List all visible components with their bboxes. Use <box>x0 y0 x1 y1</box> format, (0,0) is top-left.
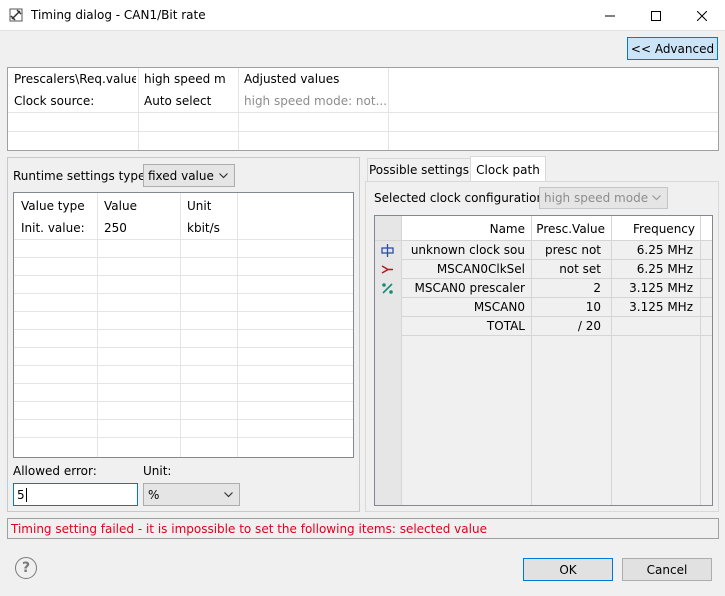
table-row-name: MSCAN0ClkSel <box>436 262 525 276</box>
clock-source-icon <box>381 244 394 257</box>
table-row-frequency: 3.125 MHz <box>629 300 693 314</box>
table-row-unit: kbit/s <box>187 221 220 235</box>
column-header-unit: Unit <box>187 199 212 213</box>
clock-config-value: high speed mode <box>544 191 649 205</box>
table-row-name: unknown clock sou <box>410 243 525 257</box>
column-header-value: Value <box>104 199 137 213</box>
column-header-name: Name <box>489 222 525 236</box>
table-row-name: MSCAN0 prescaler <box>414 281 525 295</box>
column-header-value-type: Value type <box>21 199 85 213</box>
unit-label: Unit: <box>143 464 172 478</box>
close-button[interactable] <box>679 0 725 31</box>
table-row-value[interactable]: 250 <box>104 221 127 235</box>
clock-source-value[interactable]: Auto select <box>144 94 236 108</box>
column-header-frequency: Frequency <box>633 222 695 236</box>
clock-source-adjusted: high speed mode: not... <box>244 94 386 108</box>
allowed-error-input[interactable]: 5 <box>13 483 138 506</box>
runtime-settings-label: Runtime settings type: <box>13 169 150 183</box>
table-row-frequency: 3.125 MHz <box>629 281 693 295</box>
table-row-frequency: 6.25 MHz <box>636 262 693 276</box>
table-row-name: MSCAN0 <box>473 300 525 314</box>
allowed-error-value: 5 <box>17 487 25 502</box>
runtime-values-table[interactable]: Value type Value Unit Init. value: 250 k… <box>13 192 354 458</box>
runtime-settings-panel: Runtime settings type: fixed value Value… <box>7 157 360 512</box>
clock-config-select[interactable]: high speed mode <box>539 187 668 209</box>
column-header-presc-value: Presc.Value <box>536 222 605 236</box>
prescalers-table[interactable]: Prescalers\Req.value high speed m Adjust… <box>7 67 719 151</box>
unit-select[interactable]: % <box>143 483 240 506</box>
table-row-presc: 2 <box>593 281 601 295</box>
allowed-error-label: Allowed error: <box>13 464 97 478</box>
tab-possible-settings[interactable]: Possible settings <box>367 158 471 181</box>
close-icon <box>697 10 707 21</box>
runtime-settings-select[interactable]: fixed value <box>143 164 235 187</box>
table-row-type: Init. value: <box>21 221 85 235</box>
maximize-icon <box>651 10 661 21</box>
help-icon[interactable]: ? <box>15 557 37 579</box>
chevron-down-icon <box>219 172 228 178</box>
unit-select-value: % <box>148 487 160 502</box>
table-row-name: TOTAL <box>486 319 525 333</box>
column-header-prescalers: Prescalers\Req.value <box>14 72 136 86</box>
clock-config-label: Selected clock configuration <box>374 191 545 205</box>
minimize-icon <box>605 15 615 16</box>
table-row-presc: 10 <box>585 300 601 314</box>
tab-clock-path[interactable]: Clock path <box>470 156 546 182</box>
table-row-presc: / 20 <box>577 319 601 333</box>
column-header-high-speed: high speed m <box>144 72 226 86</box>
table-row-frequency: 6.25 MHz <box>636 243 693 257</box>
clock-selector-icon <box>381 265 393 274</box>
app-icon <box>9 8 23 22</box>
advanced-button[interactable]: << Advanced <box>627 37 718 60</box>
ok-button[interactable]: OK <box>523 558 613 581</box>
clock-source-label: Clock source: <box>14 94 95 108</box>
title-bar: Timing dialog - CAN1/Bit rate <box>0 0 725 31</box>
clock-path-table[interactable]: Name Presc.Value Frequency unknown clock… <box>374 215 713 506</box>
cancel-button[interactable]: Cancel <box>622 558 712 581</box>
column-header-adjusted-values: Adjusted values <box>244 72 340 86</box>
status-message: Timing setting failed - it is impossible… <box>7 518 719 539</box>
maximize-button[interactable] <box>633 0 679 31</box>
runtime-settings-value: fixed value <box>148 168 214 183</box>
chevron-down-icon <box>652 195 661 201</box>
table-row-presc: presc not <box>545 243 601 257</box>
chevron-down-icon <box>224 491 233 497</box>
prescaler-icon <box>382 283 393 294</box>
text-cursor <box>25 487 27 502</box>
minimize-button[interactable] <box>587 0 633 31</box>
clock-path-panel: Selected clock configuration high speed … <box>365 181 719 512</box>
window-title: Timing dialog - CAN1/Bit rate <box>31 8 206 22</box>
table-row-presc: not set <box>559 262 601 276</box>
